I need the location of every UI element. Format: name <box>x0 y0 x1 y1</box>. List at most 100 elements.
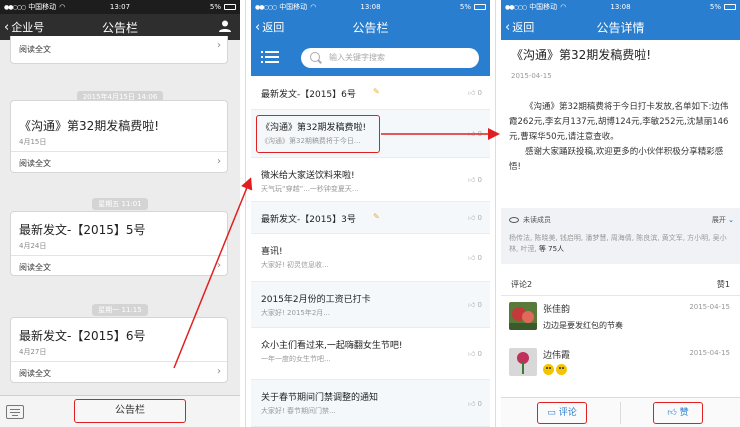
like-counter[interactable]: 👍︎ 0 <box>468 213 482 222</box>
card-date: 4月27日 <box>19 348 47 356</box>
comment-author: 边伟霞 <box>543 351 571 361</box>
search-row: 输入关键字搜索 <box>251 40 490 76</box>
like-counter[interactable]: 👍︎ 0 <box>468 175 482 184</box>
page-title: 公告栏 <box>352 20 389 35</box>
clock: 13:07 <box>109 3 131 11</box>
signal-dots-icon: ●●○○○ <box>505 3 527 11</box>
bulletin-detail-screen: ●●○○○ 中国移动 ◠ 13:08 5% ‹ 返回 公告详情 《沟通》第32期发稿费… <box>501 0 740 427</box>
like-counter[interactable]: 👍︎ 0 <box>468 399 482 408</box>
battery-percent: 5% <box>709 3 721 11</box>
unread-header: 未读成员 <box>509 215 551 225</box>
carrier-label: 中国移动 <box>28 3 57 11</box>
action-bar: ▭ 评论 👍︎ 赞 <box>501 397 740 427</box>
emoji-icon <box>543 364 554 375</box>
like-count: 0 <box>477 89 482 97</box>
highlight-box <box>256 115 380 153</box>
read-more-label: 阅读全文 <box>19 263 51 272</box>
like-counter[interactable]: 👍︎ 0 <box>468 300 482 309</box>
comment-time: 2015-04-15 <box>689 303 730 311</box>
comments-header: 评论2 赞1 <box>501 272 740 296</box>
wifi-icon: ◠ <box>560 3 567 11</box>
bulletin-list-item[interactable]: 微米给大家送饮料来啦! 天气玩“穿越”...一秒钟变夏天... 👍︎ 0 <box>251 158 490 202</box>
timestamp-pill: 星期一 11:15 <box>0 297 240 316</box>
emoji-icon <box>556 364 567 375</box>
message-card[interactable]: 最新发文-【2015】5号 4月24日 阅读全文 › <box>10 211 228 276</box>
like-count: 0 <box>477 176 482 184</box>
like-count: 0 <box>477 130 482 138</box>
carrier-label: 中国移动 <box>529 3 558 11</box>
timestamp-pill: 星期五 11:01 <box>0 191 240 210</box>
chevron-right-icon: › <box>217 40 221 51</box>
back-label: 返回 <box>262 21 285 34</box>
status-bar: ●●○○○ 中国移动 ◠ 13:07 5% <box>0 0 240 14</box>
read-more-label: 阅读全文 <box>19 369 51 378</box>
message-card[interactable]: 《沟通》第32期发稿费啦! 4月15日 阅读全文 › <box>10 100 228 173</box>
comment-item: 边伟霞 2015-04-15 <box>501 346 740 386</box>
like-button[interactable]: 👍︎ 赞 <box>653 402 703 424</box>
chevron-left-icon: ‹ <box>4 19 10 35</box>
comment-button[interactable]: ▭ 评论 <box>537 402 587 424</box>
comment-button-label: 评论 <box>558 408 577 418</box>
like-counter[interactable]: 👍︎ 0 <box>468 129 482 138</box>
article-paragraph: 感谢大家踊跃投稿,欢迎更多的小伙伴积极分享精彩感悟! <box>509 147 724 172</box>
expand-toggle[interactable]: 展开 ⌄ <box>712 215 734 225</box>
bulletin-list-item[interactable]: 最新发文-【2015】3号 ✎ 👍︎ 0 <box>251 202 490 234</box>
bulletin-list-item[interactable]: 喜讯! 大家好! 初灵信息收... 👍︎ 0 <box>251 234 490 282</box>
message-card[interactable]: 最新发文-【2015】6号 4月27日 阅读全文 › <box>10 317 228 383</box>
like-button-label: 赞 <box>679 408 689 418</box>
menu-list-icon[interactable] <box>261 50 279 64</box>
item-summary: 大家好! 2015年2月... <box>261 309 330 317</box>
read-more-link[interactable]: 阅读全文 › <box>11 255 227 279</box>
thumbs-up-icon: 👍︎ <box>467 176 478 184</box>
back-button[interactable]: ‹ 返回 <box>255 14 284 40</box>
like-counter[interactable]: 👍︎ 0 <box>468 253 482 262</box>
back-button[interactable]: ‹ 返回 <box>505 14 534 40</box>
status-bar: ●●○○○ 中国移动 ◠ 13:08 5% <box>501 0 740 14</box>
comment-count[interactable]: 评论2 <box>511 279 532 290</box>
bulletin-menu-button[interactable]: 公告栏 <box>74 399 186 423</box>
article-paragraph: 《沟通》第32期稿费将于今日打卡发放,名单如下:边伟霞262元,李玄月137元,… <box>509 102 729 142</box>
search-icon <box>310 52 320 62</box>
user-icon[interactable] <box>218 19 232 33</box>
bulletin-list-item[interactable]: 最新发文-【2015】6号 ✎ 👍︎ 0 <box>251 76 490 110</box>
read-more-link[interactable]: 阅读全文 › <box>11 361 227 385</box>
comment-text: 边边是要发红包的节奏 <box>543 321 623 330</box>
page-title: 公告详情 <box>596 20 645 35</box>
signal-dots-icon: ●●○○○ <box>4 3 26 11</box>
chevron-right-icon: › <box>217 366 221 377</box>
nav-bar: ‹ 返回 公告栏 <box>251 14 490 40</box>
message-card-partial[interactable]: 阅读全文 › <box>10 36 228 64</box>
comment-emoji <box>543 364 569 375</box>
like-counter[interactable]: 👍︎ 0 <box>468 88 482 97</box>
comment-time: 2015-04-15 <box>689 349 730 357</box>
like-count: 0 <box>477 301 482 309</box>
battery-icon <box>724 4 736 10</box>
expand-label: 展开 <box>711 216 726 224</box>
article-body: 《沟通》第32期稿费将于今日打卡发放,名单如下:边伟霞262元,李玄月137元,… <box>509 100 733 175</box>
card-title: 最新发文-【2015】5号 <box>19 223 146 237</box>
read-more-link[interactable]: 阅读全文 › <box>11 151 227 175</box>
unread-count: 等 75人 <box>538 245 565 253</box>
search-input[interactable]: 输入关键字搜索 <box>301 48 479 68</box>
battery-icon <box>223 4 236 10</box>
bulletin-list-item[interactable]: 关于春节期间门禁调整的通知 大家好! 春节期间门禁... 👍︎ 0 <box>251 380 490 427</box>
read-more-link[interactable]: 阅读全文 › <box>11 36 227 61</box>
item-title: 最新发文-【2015】3号 <box>261 215 356 225</box>
clock: 13:08 <box>610 3 631 11</box>
bulletin-list-item[interactable]: 众小主们看过来,一起嗨翻女生节吧! 一年一度的女生节吧... 👍︎ 0 <box>251 328 490 380</box>
item-title: 关于春节期间门禁调整的通知 <box>261 393 379 403</box>
keyboard-icon[interactable] <box>6 405 24 419</box>
like-count[interactable]: 赞1 <box>717 279 730 290</box>
item-title: 最新发文-【2015】6号 <box>261 90 356 100</box>
unread-names: 杨传法, 陈晓美, 钱启明, 潘梦慧, 周海倩, 陈良滨, 黄文军, 方小明, … <box>509 233 735 255</box>
chevron-left-icon: ‹ <box>255 19 261 35</box>
thumbs-up-icon: 👍︎ <box>467 254 478 262</box>
chevron-right-icon: › <box>217 260 221 271</box>
bulletin-list-item[interactable]: 2015年2月份的工资已打卡 大家好! 2015年2月... 👍︎ 0 <box>251 282 490 328</box>
like-counter[interactable]: 👍︎ 0 <box>468 349 482 358</box>
status-bar: ●●○○○ 中国移动 ◠ 13:08 5% <box>251 0 490 14</box>
composite-screenshot: ●●○○○ 中国移动 ◠ 13:07 5% ‹ 企业号 公告栏 阅读全文 › 2015年… <box>0 0 740 427</box>
thumbs-up-icon: 👍︎ <box>467 301 478 309</box>
item-summary: 大家好! 春节期间门禁... <box>261 407 336 415</box>
wechat-chat-screen: ●●○○○ 中国移动 ◠ 13:07 5% ‹ 企业号 公告栏 阅读全文 › 2015年… <box>0 0 240 427</box>
